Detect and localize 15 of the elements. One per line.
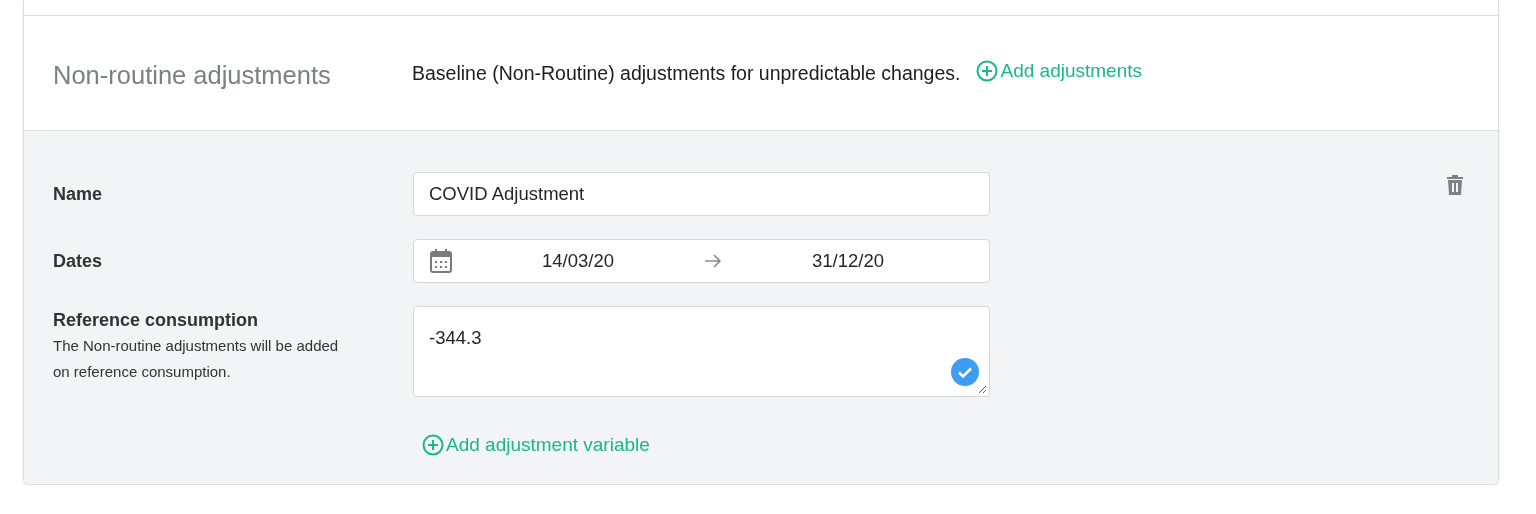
field-label: Name: [53, 183, 104, 205]
field-label: Dates: [53, 250, 104, 272]
name-field[interactable]: COVID Adjustment: [413, 172, 990, 216]
reference-field[interactable]: -344.3: [413, 306, 990, 397]
section-title: Non-routine adjustments: [53, 59, 332, 90]
trash-icon[interactable]: [1446, 174, 1464, 196]
date-range-field[interactable]: 14/03/20 31/12/20: [413, 239, 990, 283]
section-description: Baseline (Non-Routine) adjustments for unpredictable changes.: [412, 61, 961, 85]
field-label: Reference consumption: [53, 310, 260, 331]
plus-circle-icon: [976, 60, 999, 82]
help-text: The Non-routine adjustments will be added on reference consumption.: [53, 336, 340, 382]
plus-circle-icon: [422, 434, 444, 456]
calendar-icon: [430, 249, 452, 273]
resize-grip-icon[interactable]: [977, 384, 987, 394]
arrow-right-icon: [704, 254, 722, 268]
